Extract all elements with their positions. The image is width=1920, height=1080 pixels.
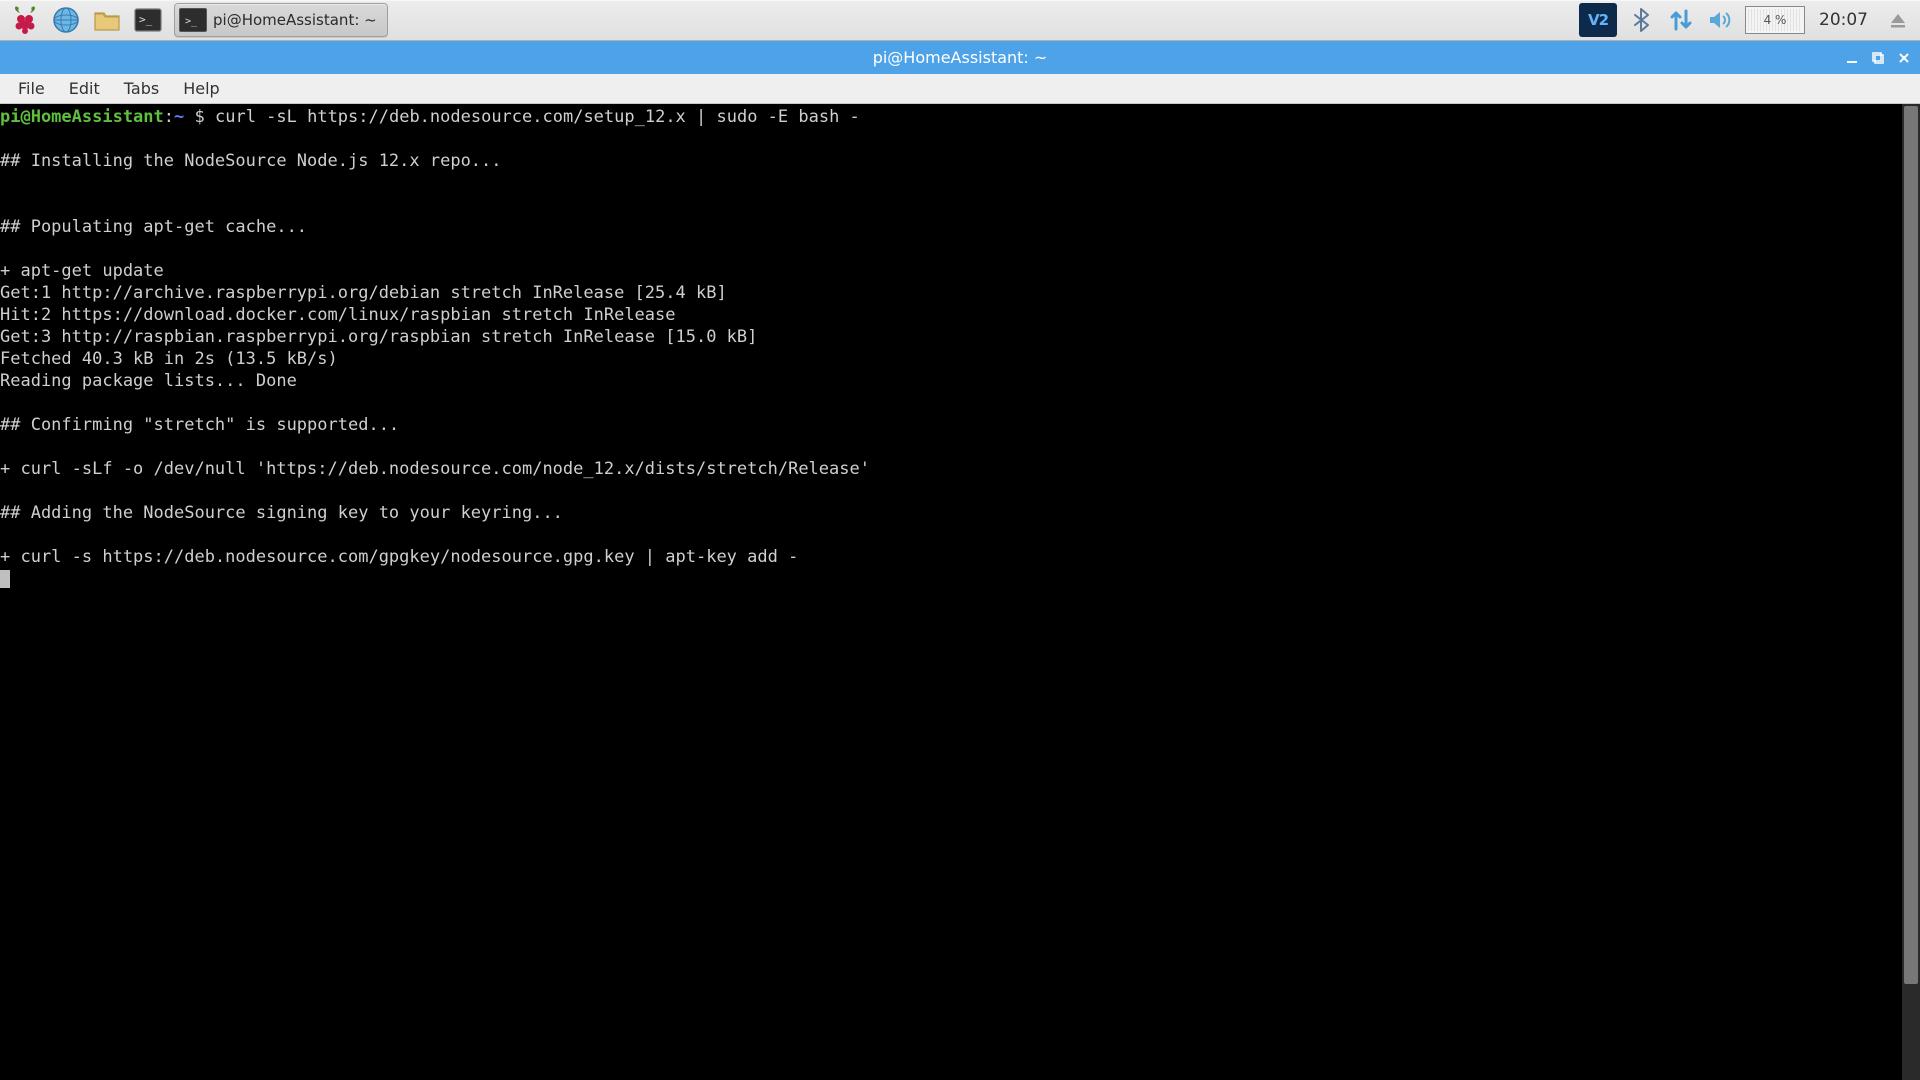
volume-icon[interactable]: [1705, 4, 1737, 36]
window-titlebar[interactable]: pi@HomeAssistant: ~: [0, 41, 1920, 74]
bluetooth-icon[interactable]: [1625, 4, 1657, 36]
terminal-line: Fetched 40.3 kB in 2s (13.5 kB/s): [0, 349, 338, 369]
vnc-icon[interactable]: V2: [1579, 3, 1617, 37]
prompt-user-host: pi@HomeAssistant: [0, 107, 164, 127]
terminal-cursor: [0, 570, 10, 588]
terminal-line: ## Confirming "stretch" is supported...: [0, 415, 399, 435]
web-browser-icon[interactable]: [47, 2, 85, 38]
terminal-line: ## Installing the NodeSource Node.js 12.…: [0, 151, 502, 171]
terminal-line: + curl -sLf -o /dev/null 'https://deb.no…: [0, 459, 870, 479]
taskbar-left: >_ >_ pi@HomeAssistant: ~: [6, 2, 388, 38]
terminal-line: Hit:2 https://download.docker.com/linux/…: [0, 305, 676, 325]
taskbar: >_ >_ pi@HomeAssistant: ~ V2: [0, 0, 1920, 41]
terminal-line: + apt-get update: [0, 261, 164, 281]
terminal-scrollbar[interactable]: [1902, 104, 1920, 1080]
svg-text:>_: >_: [185, 16, 198, 27]
terminal-icon: >_: [179, 8, 207, 32]
close-button[interactable]: [1892, 46, 1916, 70]
task-button-terminal[interactable]: >_ pi@HomeAssistant: ~: [174, 3, 388, 37]
terminal-line: ## Adding the NodeSource signing key to …: [0, 503, 563, 523]
svg-text:>_: >_: [139, 13, 153, 26]
clock[interactable]: 20:07: [1813, 10, 1874, 30]
terminal-line: ## Populating apt-get cache...: [0, 217, 307, 237]
cpu-percent-label: 4 %: [1764, 13, 1787, 27]
task-button-label: pi@HomeAssistant: ~: [213, 11, 377, 29]
prompt-colon: :: [164, 107, 174, 127]
terminal-output[interactable]: pi@HomeAssistant:~ $ curl -sL https://de…: [0, 104, 1920, 1080]
menu-tabs[interactable]: Tabs: [112, 75, 171, 102]
terminal-line: Get:3 http://raspbian.raspberrypi.org/ra…: [0, 327, 757, 347]
terminal-launcher-icon[interactable]: >_: [129, 2, 167, 38]
scrollbar-thumb[interactable]: [1904, 106, 1918, 984]
terminal-line: + curl -s https://deb.nodesource.com/gpg…: [0, 547, 798, 567]
maximize-button[interactable]: [1866, 46, 1890, 70]
file-manager-icon[interactable]: [88, 2, 126, 38]
prompt-command: curl -sL https://deb.nodesource.com/setu…: [215, 107, 860, 127]
network-updown-icon[interactable]: [1665, 4, 1697, 36]
cpu-usage-badge[interactable]: 4 %: [1745, 6, 1805, 34]
prompt-dollar: $: [184, 107, 215, 127]
menu-help[interactable]: Help: [171, 75, 231, 102]
vnc-label: V2: [1588, 11, 1608, 29]
raspberry-menu-icon[interactable]: [6, 2, 44, 38]
terminal-line: Get:1 http://archive.raspberrypi.org/deb…: [0, 283, 727, 303]
terminal-line: Reading package lists... Done: [0, 371, 297, 391]
eject-icon[interactable]: [1882, 4, 1914, 36]
menu-file[interactable]: File: [6, 75, 57, 102]
minimize-button[interactable]: [1840, 46, 1864, 70]
window-title: pi@HomeAssistant: ~: [873, 48, 1048, 67]
menu-edit[interactable]: Edit: [57, 75, 112, 102]
window-controls: [1840, 41, 1916, 74]
menubar: File Edit Tabs Help: [0, 74, 1920, 104]
prompt-path: ~: [174, 107, 184, 127]
taskbar-right: V2 4 % 20:07: [1579, 3, 1914, 37]
